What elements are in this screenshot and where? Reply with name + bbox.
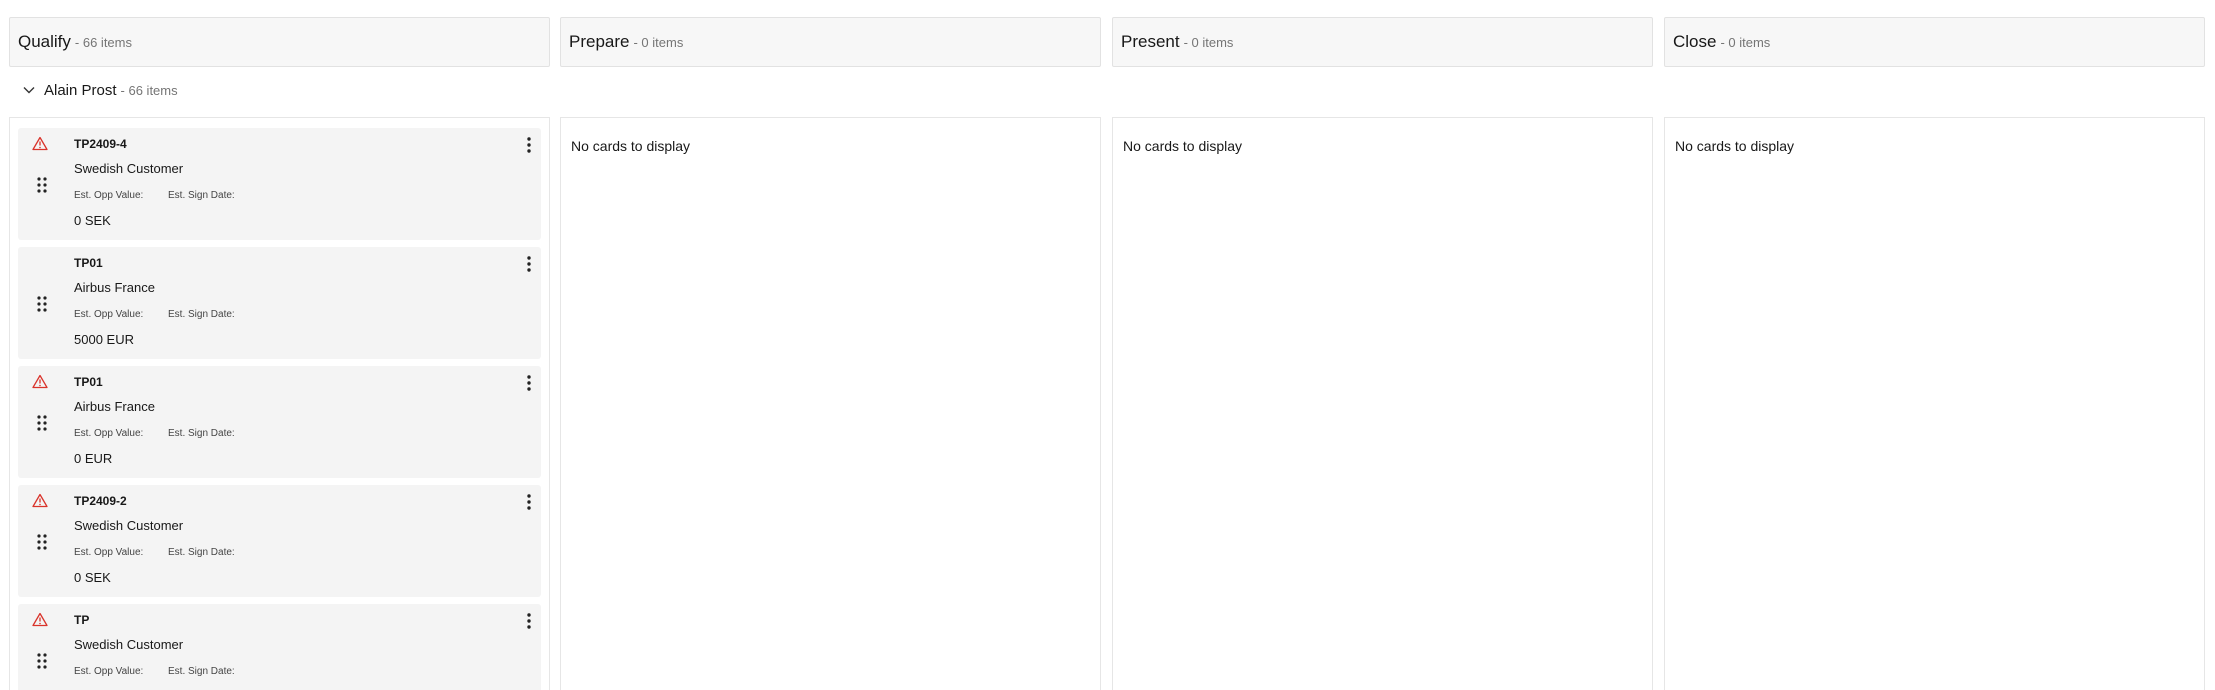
swimlane-header[interactable]: Alain Prost - 66 items (22, 78, 178, 102)
card-title[interactable]: TP (74, 613, 89, 627)
column-header-close: Close - 0 items (1664, 17, 2205, 67)
card-title[interactable]: TP01 (74, 375, 103, 389)
card-title[interactable]: TP01 (74, 256, 103, 270)
more-vertical-icon[interactable] (524, 612, 534, 630)
opportunity-card[interactable]: TP2409-4 Swedish Customer Est. Opp Value… (18, 128, 541, 240)
opportunity-card[interactable]: TP01 Airbus France Est. Opp Value: Est. … (18, 247, 541, 359)
card-account: Swedish Customer (74, 637, 184, 652)
warning-triangle-icon (32, 493, 48, 508)
swimlane-count: - 66 items (120, 82, 178, 98)
drag-handle-icon[interactable] (36, 176, 48, 194)
column-body-prepare: No cards to display (560, 117, 1101, 690)
opp-value-label: Est. Opp Value: (74, 666, 144, 677)
column-count: - 0 items (1720, 34, 1771, 50)
column-body-present: No cards to display (1112, 117, 1653, 690)
column-header-prepare: Prepare - 0 items (560, 17, 1101, 67)
opp-value-label: Est. Opp Value: (74, 309, 144, 320)
card-account: Airbus France (74, 280, 155, 295)
column-header-present: Present - 0 items (1112, 17, 1653, 67)
opp-value: 0 SEK (74, 213, 111, 228)
opportunity-card[interactable]: TP01 Airbus France Est. Opp Value: Est. … (18, 366, 541, 478)
column-count: - 0 items (1183, 34, 1234, 50)
drag-handle-icon[interactable] (36, 295, 48, 313)
column-count: - 66 items (74, 34, 132, 50)
kanban-board: Qualify - 66 items Prepare - 0 items Pre… (0, 0, 2215, 690)
opportunity-card[interactable]: TP Swedish Customer Est. Opp Value: Est.… (18, 604, 541, 690)
card-list: TP2409-4 Swedish Customer Est. Opp Value… (18, 128, 541, 690)
opp-value: 0 SEK (74, 570, 111, 585)
more-vertical-icon[interactable] (524, 255, 534, 273)
column-body-close: No cards to display (1664, 117, 2205, 690)
opp-value-label: Est. Opp Value: (74, 190, 144, 201)
warning-triangle-icon (32, 612, 48, 627)
column-count: - 0 items (633, 34, 684, 50)
sign-date-label: Est. Sign Date: (168, 666, 235, 677)
opportunity-card[interactable]: TP2409-2 Swedish Customer Est. Opp Value… (18, 485, 541, 597)
sign-date-label: Est. Sign Date: (168, 190, 235, 201)
gear-icon[interactable] (2184, 0, 2206, 8)
empty-column-message: No cards to display (571, 138, 691, 154)
drag-handle-icon[interactable] (36, 533, 48, 551)
opp-value: 5000 EUR (74, 332, 134, 347)
warning-triangle-icon (32, 136, 48, 151)
empty-column-message: No cards to display (1675, 138, 1795, 154)
column-header-qualify: Qualify - 66 items (9, 17, 550, 67)
card-account: Airbus France (74, 399, 155, 414)
warning-triangle-icon (32, 374, 48, 389)
column-name: Close (1673, 32, 1717, 51)
sign-date-label: Est. Sign Date: (168, 547, 235, 558)
card-account: Swedish Customer (74, 518, 184, 533)
column-name: Prepare (569, 32, 630, 51)
sign-date-label: Est. Sign Date: (168, 309, 235, 320)
drag-handle-icon[interactable] (36, 652, 48, 670)
opp-value-label: Est. Opp Value: (74, 547, 144, 558)
chevron-down-icon[interactable] (22, 83, 36, 97)
more-vertical-icon[interactable] (524, 374, 534, 392)
empty-column-message: No cards to display (1123, 138, 1243, 154)
card-title[interactable]: TP2409-2 (74, 494, 127, 508)
more-vertical-icon[interactable] (524, 493, 534, 511)
column-name: Qualify (18, 32, 71, 51)
card-account: Swedish Customer (74, 161, 184, 176)
opp-value-label: Est. Opp Value: (74, 428, 144, 439)
column-name: Present (1121, 32, 1180, 51)
card-title[interactable]: TP2409-4 (74, 137, 127, 151)
more-vertical-icon[interactable] (524, 136, 534, 154)
swimlane-name: Alain Prost (44, 81, 117, 99)
sign-date-label: Est. Sign Date: (168, 428, 235, 439)
drag-handle-icon[interactable] (36, 414, 48, 432)
opp-value: 0 EUR (74, 451, 113, 466)
column-body-qualify: TP2409-4 Swedish Customer Est. Opp Value… (9, 117, 550, 690)
